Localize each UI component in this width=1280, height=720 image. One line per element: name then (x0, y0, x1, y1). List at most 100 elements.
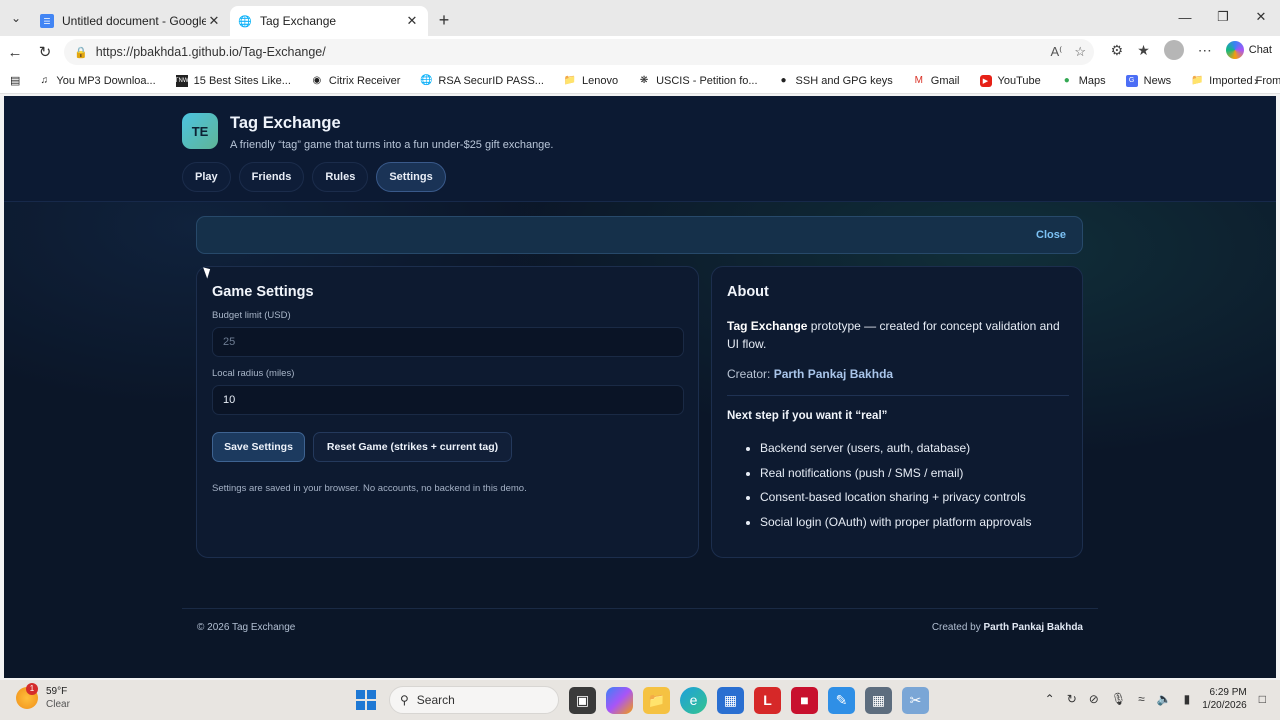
app-l-icon[interactable]: L (754, 686, 781, 714)
budget-input[interactable] (212, 327, 684, 357)
game-settings-heading: Game Settings (212, 284, 314, 300)
tray-overflow-chevron-icon[interactable]: ⌃ (1045, 692, 1055, 706)
window-controls: — ❐ ✕ (1166, 0, 1280, 34)
back-arrow-icon[interactable]: ← (0, 44, 30, 61)
about-heading: About (727, 284, 769, 300)
about-desc-app-name: Tag Exchange (727, 319, 808, 333)
maximize-icon[interactable]: ❐ (1204, 0, 1242, 34)
tab-list-chevron-icon[interactable]: ⌄ (0, 0, 32, 36)
footer-divider (182, 608, 1098, 609)
bookmark-item[interactable]: ❋ USCIS - Petition fo... (638, 75, 758, 87)
new-tab-plus-icon[interactable]: + (428, 10, 460, 31)
bookmark-item[interactable]: ◉ Citrix Receiver (311, 75, 401, 87)
reload-icon[interactable]: ↻ (30, 43, 60, 61)
created-by-label: Created by (931, 622, 984, 633)
more-menu-icon[interactable]: ⋯ (1198, 42, 1212, 59)
browser-tab-strip: ⌄ ☰ Untitled document - Google Docs ✕ 🌐 … (0, 0, 1280, 36)
tab-tag-exchange[interactable]: 🌐 Tag Exchange ✕ (230, 6, 428, 36)
folder-icon: 📁 (563, 75, 577, 86)
profile-avatar-icon[interactable] (1163, 40, 1184, 60)
file-explorer-icon[interactable]: 📁 (643, 686, 670, 714)
app-logo: TE (182, 113, 218, 149)
bookmark-item[interactable]: ● SSH and GPG keys (778, 75, 893, 87)
app-tagline: A friendly “tag” game that turns into a … (230, 139, 554, 151)
creator-label: Creator: (727, 367, 774, 381)
about-divider (727, 395, 1069, 396)
tnw-icon: TNW (175, 74, 189, 87)
google-docs-icon: ☰ (40, 14, 54, 28)
game-settings-card: Game Settings Budget limit (USD) Local r… (196, 266, 699, 558)
settings-note: Settings are saved in your browser. No a… (212, 483, 527, 494)
tab-close-icon[interactable]: ✕ (206, 13, 222, 29)
tab-close-icon[interactable]: ✕ (404, 13, 420, 29)
citrix-icon: ◉ (312, 75, 322, 86)
mcafee-icon[interactable]: ■ (791, 686, 818, 714)
bookmark-label: SSH and GPG keys (795, 74, 893, 87)
notifications-icon[interactable]: □ (1259, 692, 1266, 706)
bookmark-item[interactable]: ♫ You MP3 Downloa... (38, 74, 156, 87)
bookmark-item[interactable]: ● Maps (1061, 75, 1106, 87)
mp3-icon: ♫ (40, 75, 49, 86)
bookmark-item[interactable]: 📁 Imported From IE (1191, 75, 1280, 87)
battery-icon[interactable]: ▮ (1184, 692, 1191, 706)
favorite-star-icon[interactable]: ☆ (1074, 44, 1086, 60)
nav-tab-rules[interactable]: Rules (312, 162, 369, 192)
network-disabled-icon[interactable]: ⊘ (1089, 692, 1099, 706)
bookmark-item[interactable]: TNW 15 Best Sites Like... (175, 74, 291, 87)
microphone-icon[interactable]: 🎙 (1111, 692, 1126, 706)
weather-alert-badge: 1 (26, 683, 38, 695)
app-nav: Play Friends Rules Settings (182, 162, 446, 192)
app-title: Tag Exchange (230, 114, 341, 132)
edge-browser-icon[interactable]: e (680, 686, 707, 714)
task-view-icon[interactable]: ▣ (569, 686, 596, 714)
bookmarks-menu-icon[interactable]: ▤ (10, 74, 20, 87)
folder-icon: 📁 (1190, 75, 1204, 86)
bookmark-label: You MP3 Downloa... (56, 74, 156, 87)
save-settings-button[interactable]: Save Settings (212, 432, 305, 462)
bookmark-label: Maps (1078, 74, 1106, 87)
copilot-app-icon[interactable] (606, 686, 633, 714)
nav-tab-friends[interactable]: Friends (238, 162, 305, 192)
bookmark-item[interactable]: M Gmail (913, 75, 960, 87)
system-tray: ⌃ ↻ ⊘ 🎙 ≈ 🔈 ▮ 6:29 PM 1/20/2026 □ (1045, 686, 1266, 712)
read-aloud-icon[interactable]: A⁽ (1050, 44, 1062, 60)
favorites-icon[interactable]: ★ (1137, 42, 1150, 59)
weather-condition: Clear (46, 699, 70, 710)
radius-input[interactable] (212, 385, 684, 415)
wifi-icon[interactable]: ≈ (1138, 692, 1145, 706)
bookmarks-more-chevron-icon[interactable]: › (1254, 74, 1258, 88)
tab-title: Untitled document - Google Docs (62, 14, 206, 28)
banner-close-button[interactable]: Close (1036, 229, 1066, 241)
nav-tab-play[interactable]: Play (182, 162, 231, 192)
clock-time: 6:29 PM (1209, 687, 1247, 698)
bookmark-item[interactable]: 🌐 RSA SecurID PASS... (420, 75, 544, 87)
bookmark-item[interactable]: ▶ YouTube (979, 74, 1041, 87)
weather-widget[interactable]: 1 59°F Clear (16, 683, 70, 711)
store-icon[interactable]: ▦ (717, 686, 744, 714)
calculator-icon[interactable]: ▦ (865, 686, 892, 714)
minimize-icon[interactable]: — (1166, 0, 1204, 34)
budget-label: Budget limit (USD) (212, 310, 291, 321)
volume-icon[interactable]: 🔈 (1157, 692, 1172, 706)
tab-google-docs[interactable]: ☰ Untitled document - Google Docs ✕ (32, 6, 230, 36)
extensions-icon[interactable]: ⚙ (1111, 42, 1124, 59)
window-close-icon[interactable]: ✕ (1242, 0, 1280, 34)
copilot-chat-button[interactable]: Chat (1225, 41, 1272, 59)
taskbar-search[interactable]: ⚲ Search (389, 686, 559, 714)
bookmark-item[interactable]: G News (1125, 74, 1171, 87)
snipping-tool-icon[interactable]: ✂ (902, 686, 929, 714)
reset-game-button[interactable]: Reset Game (strikes + current tag) (313, 432, 512, 462)
taskbar-clock[interactable]: 6:29 PM 1/20/2026 (1202, 686, 1247, 712)
taskbar-search-label: Search (416, 693, 455, 707)
nav-tab-settings[interactable]: Settings (376, 162, 446, 192)
url-text: https://pbakhda1.github.io/Tag-Exchange/ (95, 45, 326, 59)
bookmark-item[interactable]: 📁 Lenovo (564, 75, 618, 87)
bookmark-label: Imported From IE (1209, 74, 1280, 87)
url-bar[interactable]: 🔒 https://pbakhda1.github.io/Tag-Exchang… (64, 39, 1094, 65)
radius-label: Local radius (miles) (212, 368, 295, 379)
list-item: Real notifications (push / SMS / email) (760, 464, 1031, 489)
windows-start-icon[interactable] (352, 687, 379, 714)
bookmark-label: RSA SecurID PASS... (438, 74, 544, 87)
paint-icon[interactable]: ✎ (828, 686, 855, 714)
sync-icon[interactable]: ↻ (1067, 692, 1077, 706)
